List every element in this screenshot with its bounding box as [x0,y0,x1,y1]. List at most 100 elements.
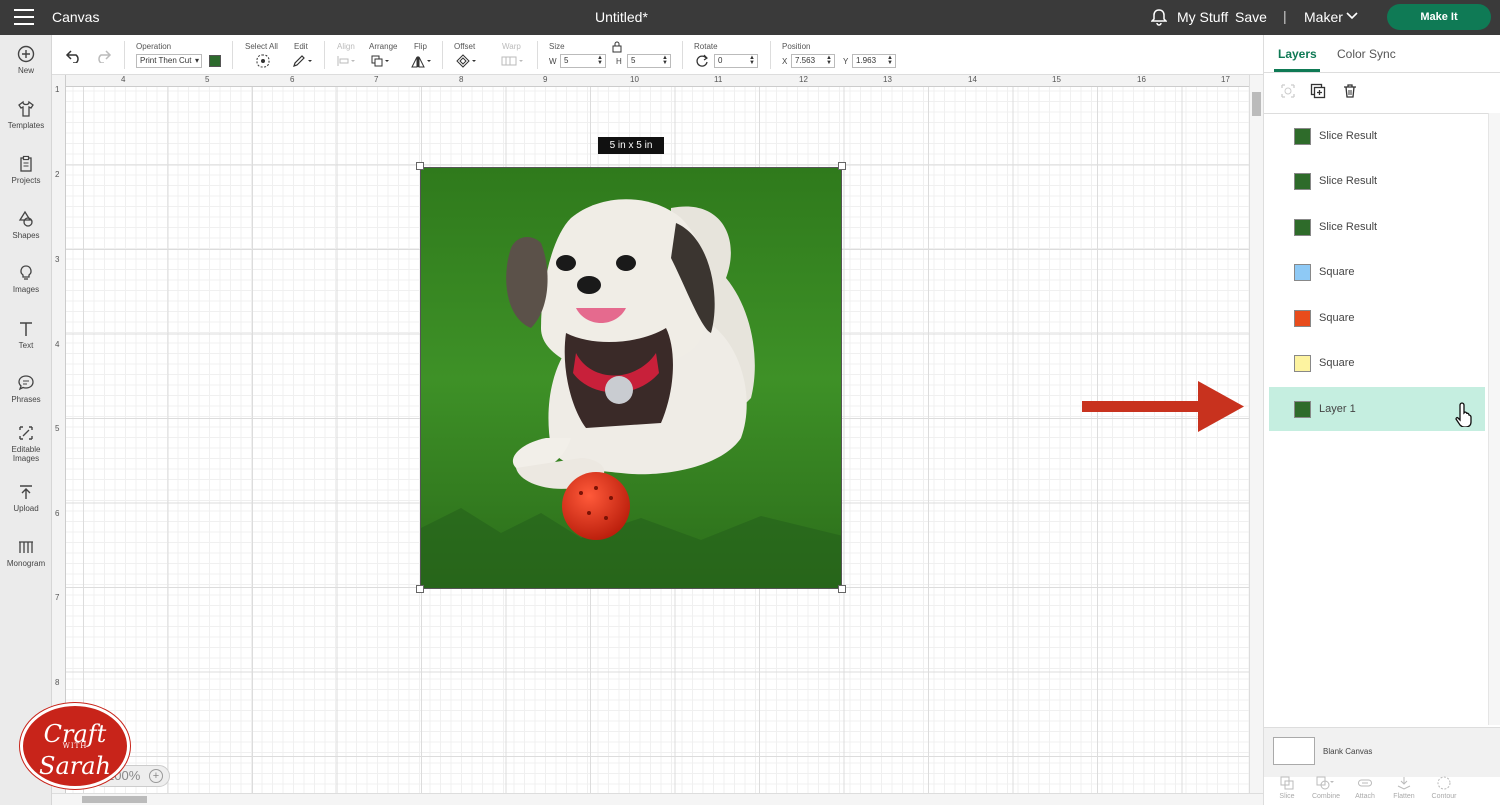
resize-handle[interactable] [838,162,846,170]
size-label: Size [549,42,565,51]
sidebar-item-editable-images[interactable]: Editable Images [0,424,52,463]
tab-layers[interactable]: Layers [1278,47,1317,61]
layer-row[interactable]: Slice Result [1269,205,1485,249]
layer-row-selected[interactable]: Layer 1 [1269,387,1485,431]
sidebar-item-images[interactable]: Images [0,264,52,294]
select-all-icon[interactable] [255,54,271,68]
redo-icon[interactable] [94,49,112,63]
app-title: Canvas [52,9,100,25]
make-it-button[interactable]: Make It [1387,4,1491,30]
height-input[interactable]: 5 ▲ ▼ [627,54,671,68]
layers-panel: Layers Color Sync Slice Result Slice Res… [1263,35,1500,805]
spinner-icon[interactable]: ▲ ▼ [662,55,668,66]
sidebar-item-phrases[interactable]: Phrases [0,374,52,404]
offset-icon[interactable] [455,54,479,68]
layers-scrollbar[interactable] [1488,113,1500,725]
combine-button[interactable]: Combine [1306,775,1346,800]
rotate-input[interactable]: 0 ▲ ▼ [714,54,758,68]
scroll-thumb[interactable] [1252,92,1261,116]
menu-icon[interactable] [14,9,34,25]
zoom-in-icon[interactable]: + [149,769,163,783]
width-input[interactable]: 5 ▲ ▼ [560,54,606,68]
dog-photo[interactable] [420,167,842,589]
resize-handle[interactable] [838,585,846,593]
plus-circle-icon [17,45,35,63]
flip-icon[interactable] [409,54,433,68]
contour-button[interactable]: Contour [1424,775,1464,800]
flatten-button[interactable]: Flatten [1384,775,1424,800]
align-label: Align [337,42,355,51]
spinner-icon[interactable]: ▲ ▼ [887,55,893,66]
scroll-thumb[interactable] [82,796,147,803]
operation-select[interactable]: Print Then Cut ▾ [136,54,202,68]
layer-name: Slice Result [1319,221,1378,233]
print-then-cut-swatch[interactable] [209,55,221,67]
operation-value: Print Then Cut [140,56,192,65]
undo-icon[interactable] [65,49,83,63]
blank-canvas-swatch[interactable] [1273,737,1315,765]
my-stuff-link[interactable]: My Stuff [1177,9,1228,25]
ruler-tick: 13 [883,75,892,84]
y-position-input[interactable]: 1.963 ▲ ▼ [852,54,896,68]
sidebar-item-new[interactable]: New [0,45,52,75]
chevron-down-icon: ▾ [194,56,199,65]
trash-icon[interactable] [1342,83,1358,99]
sidebar-item-text[interactable]: Text [0,320,52,350]
sidebar-item-upload[interactable]: Upload [0,483,52,513]
vertical-scrollbar[interactable] [1249,75,1263,793]
layer-row[interactable]: Square [1269,341,1485,385]
ruler-tick: 7 [55,593,60,602]
layer-color-swatch[interactable] [1294,310,1311,327]
spinner-icon[interactable]: ▲ ▼ [826,55,832,66]
blank-canvas-row[interactable]: Blank Canvas [1264,727,1500,777]
layer-name: Layer 1 [1319,403,1356,415]
rotate-icon[interactable] [695,54,709,68]
resize-handle[interactable] [416,585,424,593]
sidebar-item-projects[interactable]: Projects [0,155,52,185]
save-button[interactable]: Save [1235,9,1267,25]
layer-row[interactable]: Square [1269,250,1485,294]
hand-cursor-icon [1455,402,1472,427]
align-icon[interactable] [336,54,358,68]
rotate-value: 0 [718,56,723,65]
layer-row[interactable]: Slice Result [1269,159,1485,203]
sidebar-item-label: Monogram [6,559,46,568]
ruler-tick: 4 [55,340,60,349]
sidebar-item-label: Images [12,285,40,294]
ruler-tick: 4 [121,75,126,84]
tab-color-sync[interactable]: Color Sync [1337,47,1396,61]
layer-row[interactable]: Square [1269,296,1485,340]
sidebar-item-shapes[interactable]: Shapes [0,210,52,240]
ruler-tick: 15 [1052,75,1061,84]
x-position-input[interactable]: 7.563 ▲ ▼ [791,54,835,68]
layer-color-swatch[interactable] [1294,355,1311,372]
spinner-icon[interactable]: ▲ ▼ [597,55,603,66]
arrange-icon[interactable] [370,54,392,68]
lock-icon[interactable] [612,41,622,53]
resize-handle[interactable] [416,162,424,170]
editable-image-icon [19,426,33,440]
machine-select[interactable]: Maker [1304,9,1343,25]
attach-button[interactable]: Attach [1345,775,1385,800]
layer-row[interactable]: Slice Result [1269,114,1485,158]
duplicate-icon[interactable] [1310,83,1326,99]
height-value: 5 [631,56,636,65]
sidebar-item-monogram[interactable]: Monogram [0,538,52,568]
horizontal-scrollbar[interactable] [52,793,1263,805]
slice-button[interactable]: Slice [1267,775,1307,800]
sidebar-item-templates[interactable]: Templates [0,100,52,130]
bell-icon[interactable] [1151,8,1167,26]
toolbar-divider [537,41,538,69]
document-title[interactable]: Untitled* [595,9,648,25]
position-label: Position [782,42,811,51]
layer-color-swatch[interactable] [1294,264,1311,281]
sidebar-item-label: Text [18,341,34,350]
left-ruler: 1 2 3 4 5 6 7 8 [52,75,66,793]
tab-divider [1264,72,1500,73]
top-bar: Canvas Untitled* My Stuff Save | Maker M… [0,0,1500,35]
chevron-down-icon[interactable] [1346,11,1358,21]
pencil-icon[interactable] [292,54,314,68]
group-icon[interactable] [1280,83,1296,99]
spinner-icon[interactable]: ▲ ▼ [749,55,755,66]
warp-icon[interactable] [500,54,526,68]
